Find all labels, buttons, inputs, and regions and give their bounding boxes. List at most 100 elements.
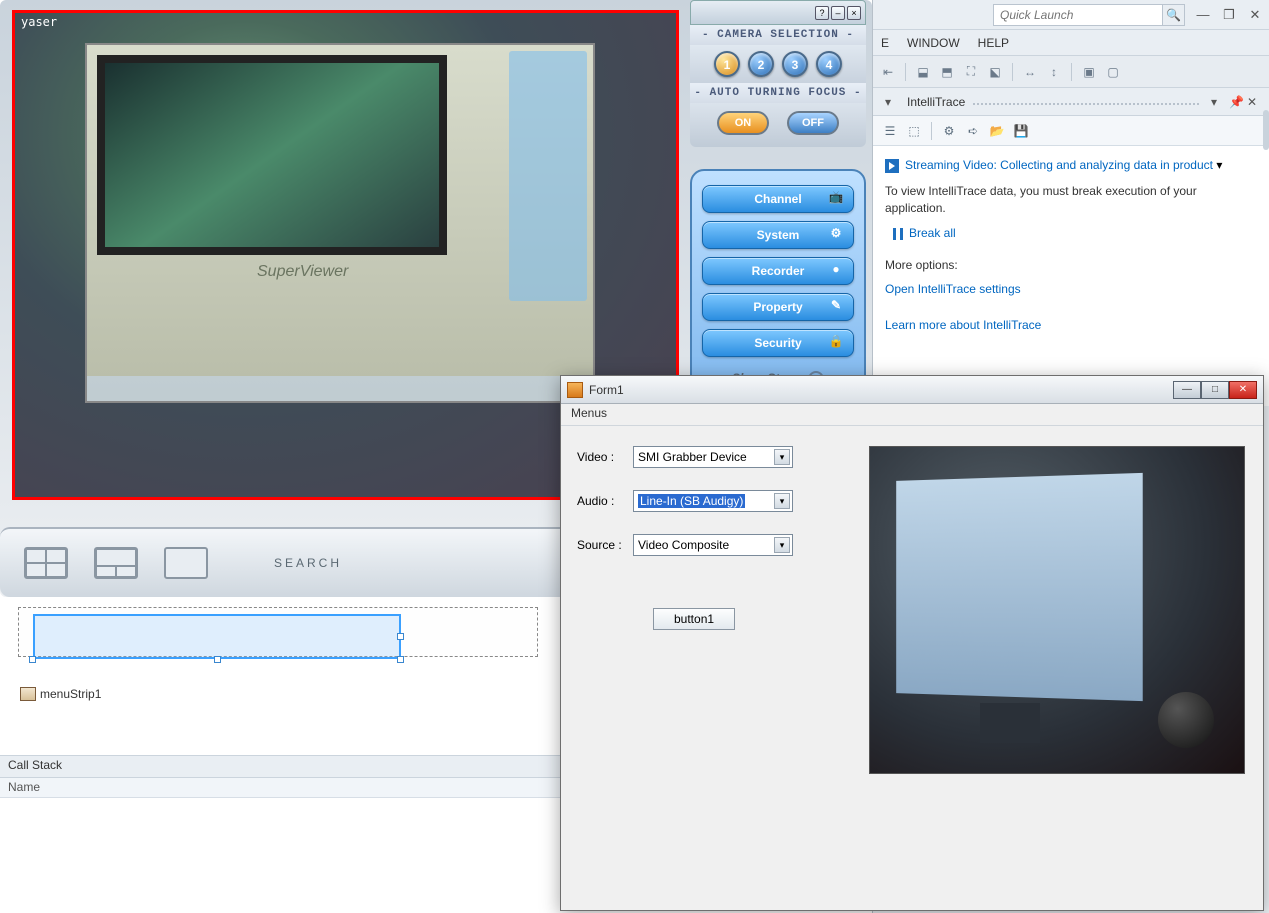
- auto-focus-off-button[interactable]: OFF: [787, 111, 839, 135]
- form1-menu-label: Menus: [571, 406, 607, 420]
- menustrip-icon[interactable]: [20, 687, 36, 701]
- callstack-col-name[interactable]: Name: [0, 778, 560, 798]
- security-button[interactable]: Security🔒: [702, 329, 854, 357]
- channel-button[interactable]: Channel📺: [702, 185, 854, 213]
- header-fill: [973, 103, 1199, 105]
- feed-taskbar: [87, 376, 593, 401]
- minimize-icon[interactable]: –: [831, 6, 845, 20]
- layout-4-button[interactable]: [24, 547, 68, 579]
- window-menu-icon[interactable]: ▾: [1211, 95, 1225, 109]
- scrollbar[interactable]: [1263, 110, 1269, 150]
- auto-focus-on-button[interactable]: ON: [717, 111, 769, 135]
- form1-close-icon[interactable]: ✕: [1229, 381, 1257, 399]
- chevron-down-icon: ▾: [774, 493, 790, 509]
- resize-handle[interactable]: [214, 656, 221, 663]
- system-icon: ⚙: [827, 226, 845, 244]
- callstack-title[interactable]: Call Stack: [0, 756, 560, 778]
- auto-focus-toggle: ON OFF: [690, 103, 866, 147]
- menu-partial[interactable]: E: [881, 36, 889, 50]
- align-center-icon[interactable]: ⬒: [938, 63, 956, 81]
- align-right-icon[interactable]: ⬕: [986, 63, 1004, 81]
- audio-value: Line-In (SB Audigy): [638, 494, 745, 508]
- form1-maximize-icon[interactable]: □: [1201, 381, 1229, 399]
- intellitrace-header: ▾ IntelliTrace ▾ 📌 ✕: [873, 88, 1269, 116]
- auto-focus-label: - AUTO TURNING FOCUS -: [690, 83, 866, 103]
- channel-label: Channel: [754, 192, 801, 206]
- forward-icon[interactable]: ➪: [964, 122, 982, 140]
- vs-close-icon[interactable]: ✕: [1247, 7, 1263, 23]
- distribute-v-icon[interactable]: ↕: [1045, 63, 1063, 81]
- menu-window[interactable]: WINDOW: [907, 36, 960, 50]
- intellitrace-title: IntelliTrace: [907, 95, 965, 109]
- system-button[interactable]: System⚙: [702, 221, 854, 249]
- toolbar-separator: [905, 63, 906, 81]
- form1-minimize-icon[interactable]: ―: [1173, 381, 1201, 399]
- source-select[interactable]: Video Composite▾: [633, 534, 793, 556]
- search-label[interactable]: SEARCH: [274, 556, 342, 570]
- video-select[interactable]: SMI Grabber Device▾: [633, 446, 793, 468]
- component-tray: menuStrip1: [20, 687, 101, 701]
- align-left-icon[interactable]: ⬓: [914, 63, 932, 81]
- open-icon[interactable]: 📂: [988, 122, 1006, 140]
- camera-selector: 1 2 3 4: [690, 45, 866, 83]
- camera-1-button[interactable]: 1: [714, 51, 740, 77]
- save-icon[interactable]: 💾: [1012, 122, 1030, 140]
- security-icon: 🔒: [827, 334, 845, 352]
- close-panel-icon[interactable]: ✕: [1247, 95, 1261, 109]
- designer-canvas[interactable]: [18, 607, 538, 657]
- distribute-h-icon[interactable]: ↔: [1021, 63, 1039, 81]
- form1-titlebar[interactable]: Form1 ― □ ✕: [561, 376, 1263, 404]
- menu-help[interactable]: HELP: [978, 36, 1009, 50]
- play-icon: [885, 159, 899, 173]
- break-message: To view IntelliTrace data, you must brea…: [885, 183, 1257, 217]
- resize-handle[interactable]: [397, 633, 404, 640]
- close-icon[interactable]: ×: [847, 6, 861, 20]
- intellitrace-toolbar: ☰ ⬚ ⚙ ➪ 📂 💾: [873, 116, 1269, 146]
- learn-more-link[interactable]: Learn more about IntelliTrace: [885, 318, 1257, 332]
- quick-launch: 🔍: [993, 4, 1185, 26]
- property-button[interactable]: Property✎: [702, 293, 854, 321]
- camera-2-button[interactable]: 2: [748, 51, 774, 77]
- audio-select[interactable]: Line-In (SB Audigy) ▾: [633, 490, 793, 512]
- vs-restore-icon[interactable]: ❐: [1221, 7, 1237, 23]
- form1-menu[interactable]: Menus: [561, 404, 1263, 426]
- chevron-down-icon[interactable]: ▾: [1216, 158, 1222, 172]
- open-settings-link[interactable]: Open IntelliTrace settings: [885, 282, 1257, 296]
- help-icon[interactable]: ?: [815, 6, 829, 20]
- gear-icon[interactable]: ⚙: [940, 122, 958, 140]
- menustrip-label[interactable]: menuStrip1: [40, 687, 101, 701]
- layout-1-button[interactable]: [164, 547, 208, 579]
- toolbar-separator: [931, 122, 932, 140]
- form1-app-icon: [567, 382, 583, 398]
- bring-front-icon[interactable]: ▣: [1080, 63, 1098, 81]
- toolbar-icon[interactable]: ⇤: [879, 63, 897, 81]
- button1[interactable]: button1: [653, 608, 735, 630]
- selection-outline[interactable]: [33, 614, 401, 659]
- list-icon[interactable]: ☰: [881, 122, 899, 140]
- quick-launch-input[interactable]: [993, 4, 1163, 26]
- camera-3-button[interactable]: 3: [782, 51, 808, 77]
- side-controls: ? – × - CAMERA SELECTION - 1 2 3 4 - AUT…: [690, 0, 866, 401]
- align-stretch-icon[interactable]: ⛶: [962, 63, 980, 81]
- vs-minimize-icon[interactable]: ―: [1195, 7, 1211, 23]
- send-back-icon[interactable]: ▢: [1104, 63, 1122, 81]
- form1-window: Form1 ― □ ✕ Menus Video : SMI Grabber De…: [560, 375, 1264, 911]
- search-icon[interactable]: 🔍: [1163, 4, 1185, 26]
- pin-icon[interactable]: 📌: [1229, 95, 1243, 109]
- button1-label: button1: [674, 612, 714, 626]
- form1-title-text: Form1: [589, 383, 624, 397]
- resize-handle[interactable]: [397, 656, 404, 663]
- streaming-link-text: Streaming Video: Collecting and analyzin…: [905, 158, 1213, 172]
- toolbar-separator: [1012, 63, 1013, 81]
- feed-monitor-screen: [97, 55, 447, 255]
- streaming-video-link[interactable]: Streaming Video: Collecting and analyzin…: [885, 158, 1257, 173]
- tree-icon[interactable]: ⬚: [905, 122, 923, 140]
- recorder-button[interactable]: Recorder●: [702, 257, 854, 285]
- audio-label: Audio :: [577, 494, 633, 508]
- layout-3-button[interactable]: [94, 547, 138, 579]
- dropdown-icon[interactable]: ▾: [885, 95, 899, 109]
- resize-handle[interactable]: [29, 656, 36, 663]
- camera-4-button[interactable]: 4: [816, 51, 842, 77]
- vs-menu: E WINDOW HELP: [873, 30, 1269, 56]
- break-all-link[interactable]: Break all: [893, 226, 1257, 240]
